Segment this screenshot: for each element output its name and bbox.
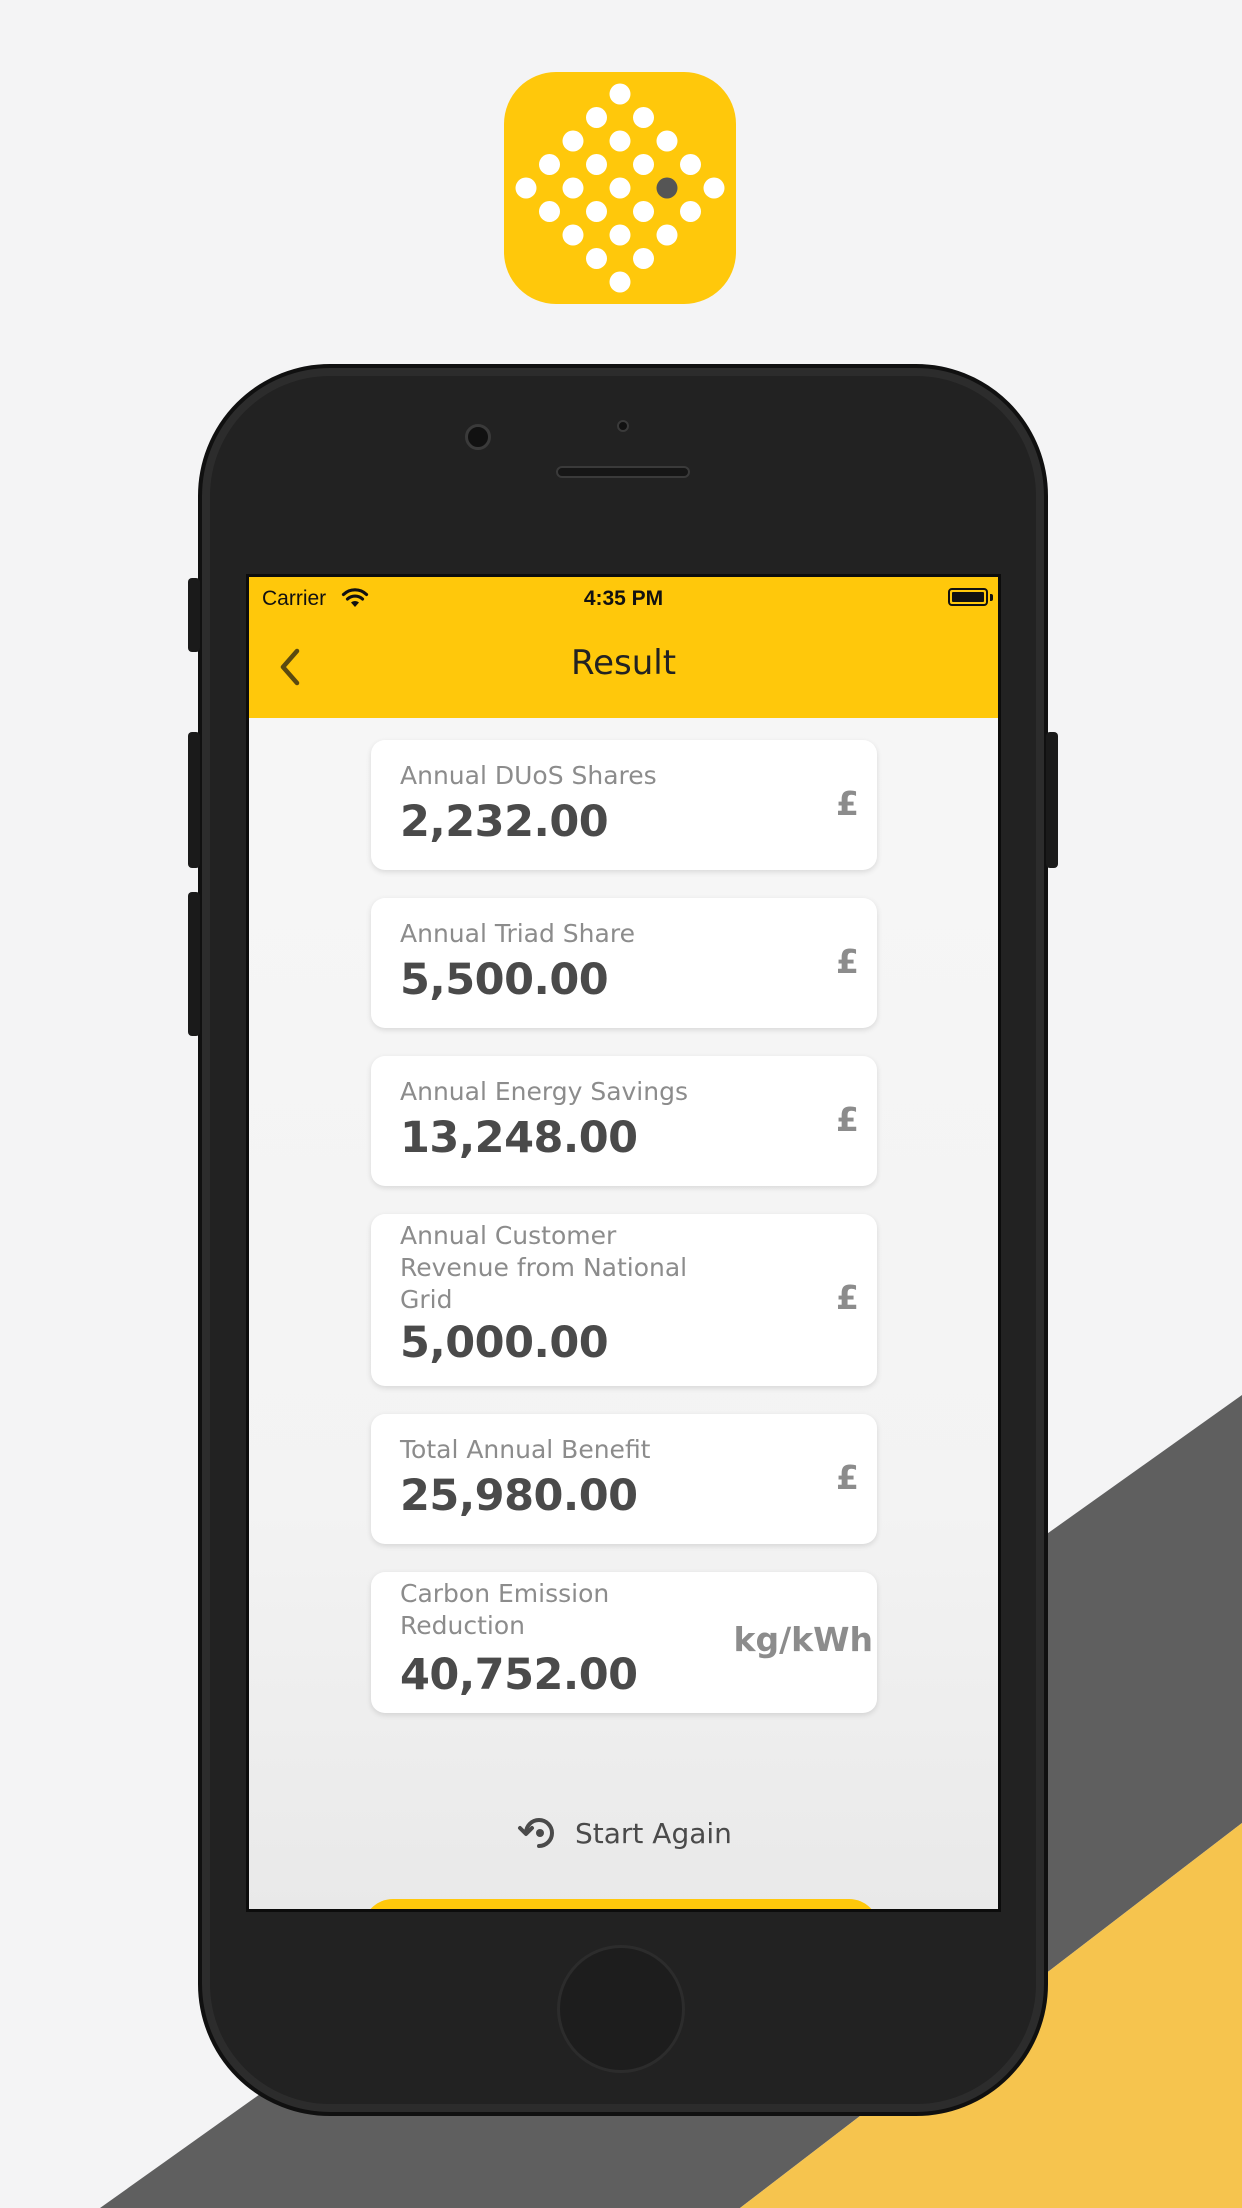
logo-dot — [633, 201, 654, 222]
logo-dot — [562, 130, 584, 152]
result-card-carbon-reduction: Carbon Emission Reduction 40,752.00 kg/k… — [371, 1572, 877, 1713]
result-label: Annual Triad Share — [400, 919, 635, 948]
start-again-button[interactable]: Start Again — [249, 1809, 998, 1857]
front-camera — [465, 424, 491, 450]
restart-icon — [518, 1818, 554, 1848]
app-logo-icon — [504, 72, 736, 304]
battery-tip — [990, 594, 993, 601]
logo-dot — [609, 130, 631, 152]
logo-dot — [633, 154, 654, 175]
nav-header: Carrier 4:35 PM Result — [249, 577, 998, 718]
proximity-sensor — [617, 420, 629, 432]
logo-dot — [609, 83, 631, 105]
result-value: 5,000.00 — [400, 1318, 609, 1368]
result-value: 40,752.00 — [400, 1650, 638, 1700]
logo-dot — [586, 248, 607, 269]
currency-unit: £ — [836, 784, 859, 823]
result-label: Annual Customer Revenue from National Gr… — [400, 1221, 688, 1314]
status-bar: Carrier 4:35 PM — [249, 577, 998, 623]
currency-unit: £ — [836, 1278, 859, 1317]
status-time: 4:35 PM — [583, 587, 664, 610]
logo-dot — [562, 224, 584, 246]
logo-dot — [656, 224, 678, 246]
logo-dot — [680, 201, 701, 222]
logo-dot-accent — [656, 177, 678, 199]
logo-dot — [680, 154, 701, 175]
result-value: 13,248.00 — [400, 1113, 638, 1163]
logo-dot — [633, 107, 654, 128]
phone-volume-down — [188, 892, 200, 1036]
logo-dot — [586, 201, 607, 222]
home-button[interactable] — [557, 1945, 685, 2073]
logo-dot — [515, 177, 537, 199]
result-card-customer-revenue: Annual Customer Revenue from National Gr… — [371, 1214, 877, 1386]
result-label: Carbon Emission Reduction — [400, 1579, 610, 1640]
phone-side-button — [188, 578, 200, 652]
currency-unit: £ — [836, 942, 859, 981]
logo-dot — [562, 177, 584, 199]
currency-unit: £ — [836, 1458, 859, 1497]
result-value: 2,232.00 — [400, 797, 609, 847]
phone-power-button — [1046, 732, 1058, 868]
earpiece-speaker — [556, 466, 690, 478]
result-card-triad: Annual Triad Share 5,500.00 £ — [371, 898, 877, 1028]
logo-dot — [633, 248, 654, 269]
start-again-label: Start Again — [575, 1817, 732, 1850]
logo-dot — [609, 224, 631, 246]
result-label: Annual Energy Savings — [400, 1077, 688, 1106]
logo-dot — [656, 130, 678, 152]
result-label: Annual DUoS Shares — [400, 761, 657, 790]
result-card-total-benefit: Total Annual Benefit 25,980.00 £ — [371, 1414, 877, 1544]
app-screen: Carrier 4:35 PM Result Annual DUoS Share… — [246, 574, 1001, 1912]
logo-dot — [586, 154, 607, 175]
logo-dot — [609, 271, 631, 293]
page-title: Result — [570, 643, 677, 683]
result-card-duos: Annual DUoS Shares 2,232.00 £ — [371, 740, 877, 870]
unit-label: kg/kWh — [733, 1620, 873, 1659]
primary-action-button[interactable] — [363, 1899, 879, 1909]
logo-dot — [703, 177, 725, 199]
phone-volume-up — [188, 732, 200, 868]
logo-dot — [586, 107, 607, 128]
result-label: Total Annual Benefit — [400, 1435, 651, 1464]
result-value: 25,980.00 — [400, 1471, 638, 1521]
logo-dot — [539, 154, 560, 175]
logo-dot — [609, 177, 631, 199]
currency-unit: £ — [836, 1100, 859, 1139]
result-card-energy-savings: Annual Energy Savings 13,248.00 £ — [371, 1056, 877, 1186]
result-value: 5,500.00 — [400, 955, 609, 1005]
battery-icon — [948, 588, 988, 606]
logo-dot — [539, 201, 560, 222]
